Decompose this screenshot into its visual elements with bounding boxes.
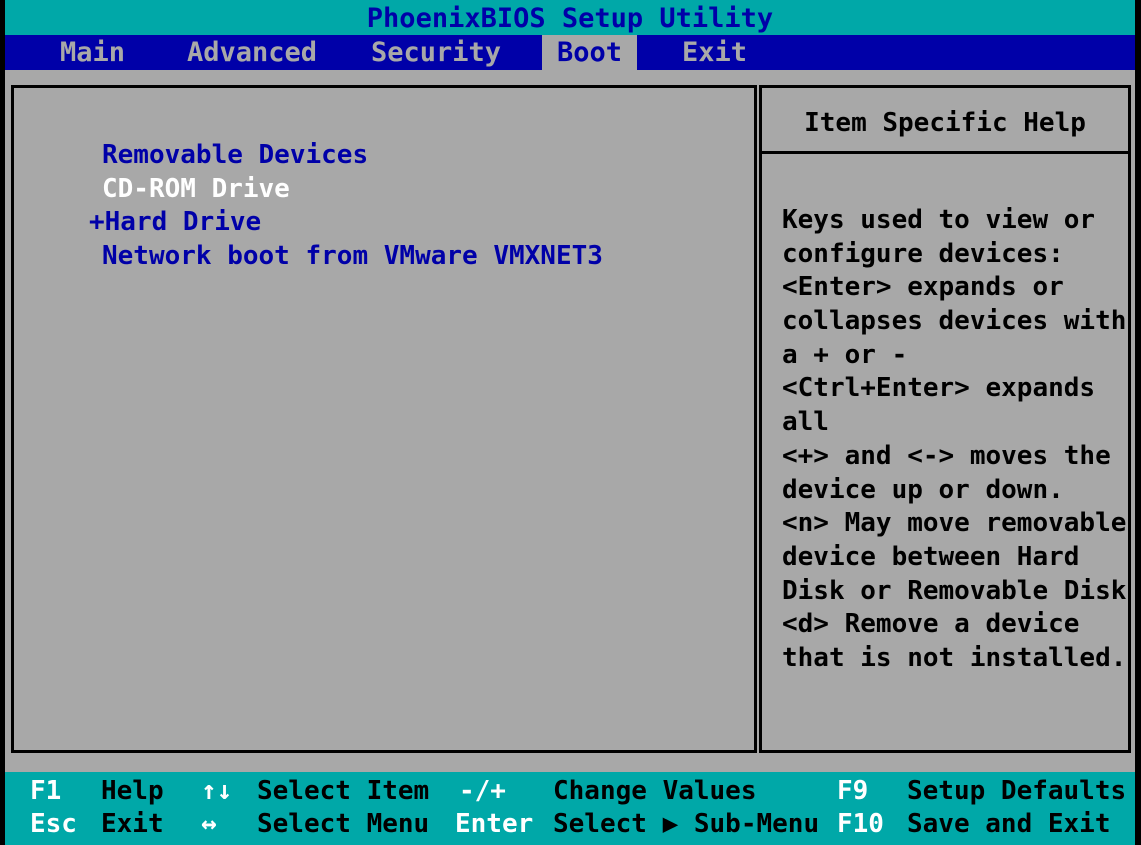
help-line: configure devices: — [782, 238, 1064, 269]
key-action-save-and-exit: Save and Exit — [907, 809, 1111, 839]
help-line: <Enter> expands or — [782, 272, 1064, 303]
boot-item-cdrom-drive[interactable]: CD-ROM Drive — [89, 173, 603, 207]
help-text: Keys used to view or configure devices: … — [782, 204, 1127, 676]
key-minus-plus: -/+ — [459, 776, 506, 806]
help-line: <n> May move removable — [782, 508, 1127, 539]
key-action-select-submenu: Select ▶ Sub-Menu — [553, 809, 820, 839]
help-line: all — [782, 407, 829, 438]
help-line: device between Hard — [782, 541, 1080, 572]
help-line: Keys used to view or — [782, 205, 1096, 235]
key-f1: F1 — [30, 776, 62, 806]
help-line: Disk or Removable Disk — [782, 575, 1127, 606]
tab-boot[interactable]: Boot — [542, 35, 637, 70]
app-title: PhoenixBIOS Setup Utility — [5, 0, 1135, 35]
help-line: device up or down. — [782, 474, 1064, 505]
tab-exit[interactable]: Exit — [682, 35, 747, 70]
tab-main[interactable]: Main — [60, 35, 125, 70]
help-line: <+> and <-> moves the — [782, 440, 1111, 471]
help-line: <d> Remove a device — [782, 609, 1080, 640]
menu-bar: Main Advanced Security Boot Exit — [5, 35, 1135, 70]
key-legend-bar: F1 Help ↑↓ Select Item -/+ Change Values… — [5, 772, 1135, 845]
key-action-help: Help — [101, 776, 164, 806]
key-f9: F9 — [837, 776, 869, 806]
key-action-select-menu: Select Menu — [257, 809, 430, 839]
tab-advanced[interactable]: Advanced — [187, 35, 317, 70]
key-action-select-item: Select Item — [257, 776, 430, 806]
help-header: Item Specific Help — [762, 88, 1128, 154]
key-action-change-values: Change Values — [553, 776, 757, 806]
help-line: <Ctrl+Enter> expands — [782, 373, 1096, 404]
key-esc: Esc — [30, 809, 77, 839]
boot-item-hard-drive[interactable]: +Hard Drive — [89, 206, 603, 240]
boot-item-removable-devices[interactable]: Removable Devices — [89, 139, 603, 173]
boot-order-panel: Removable Devices CD-ROM Drive +Hard Dri… — [11, 85, 757, 753]
help-line: that is not installed. — [782, 642, 1127, 673]
left-right-arrows-icon: ↔ — [201, 809, 217, 839]
help-line: collapses devices with — [782, 306, 1127, 337]
key-enter: Enter — [455, 809, 534, 839]
help-panel: Item Specific Help Keys used to view or … — [759, 85, 1131, 753]
tab-security[interactable]: Security — [371, 35, 501, 70]
key-action-exit: Exit — [101, 809, 164, 839]
key-action-setup-defaults: Setup Defaults — [907, 776, 1127, 806]
key-f10: F10 — [837, 809, 884, 839]
boot-item-network-boot[interactable]: Network boot from VMware VMXNET3 — [89, 240, 603, 274]
bios-screen: PhoenixBIOS Setup Utility Main Advanced … — [5, 0, 1135, 845]
boot-device-list: Removable Devices CD-ROM Drive +Hard Dri… — [89, 139, 603, 273]
up-down-arrows-icon: ↑↓ — [201, 776, 233, 806]
help-line: a + or - — [782, 339, 908, 370]
